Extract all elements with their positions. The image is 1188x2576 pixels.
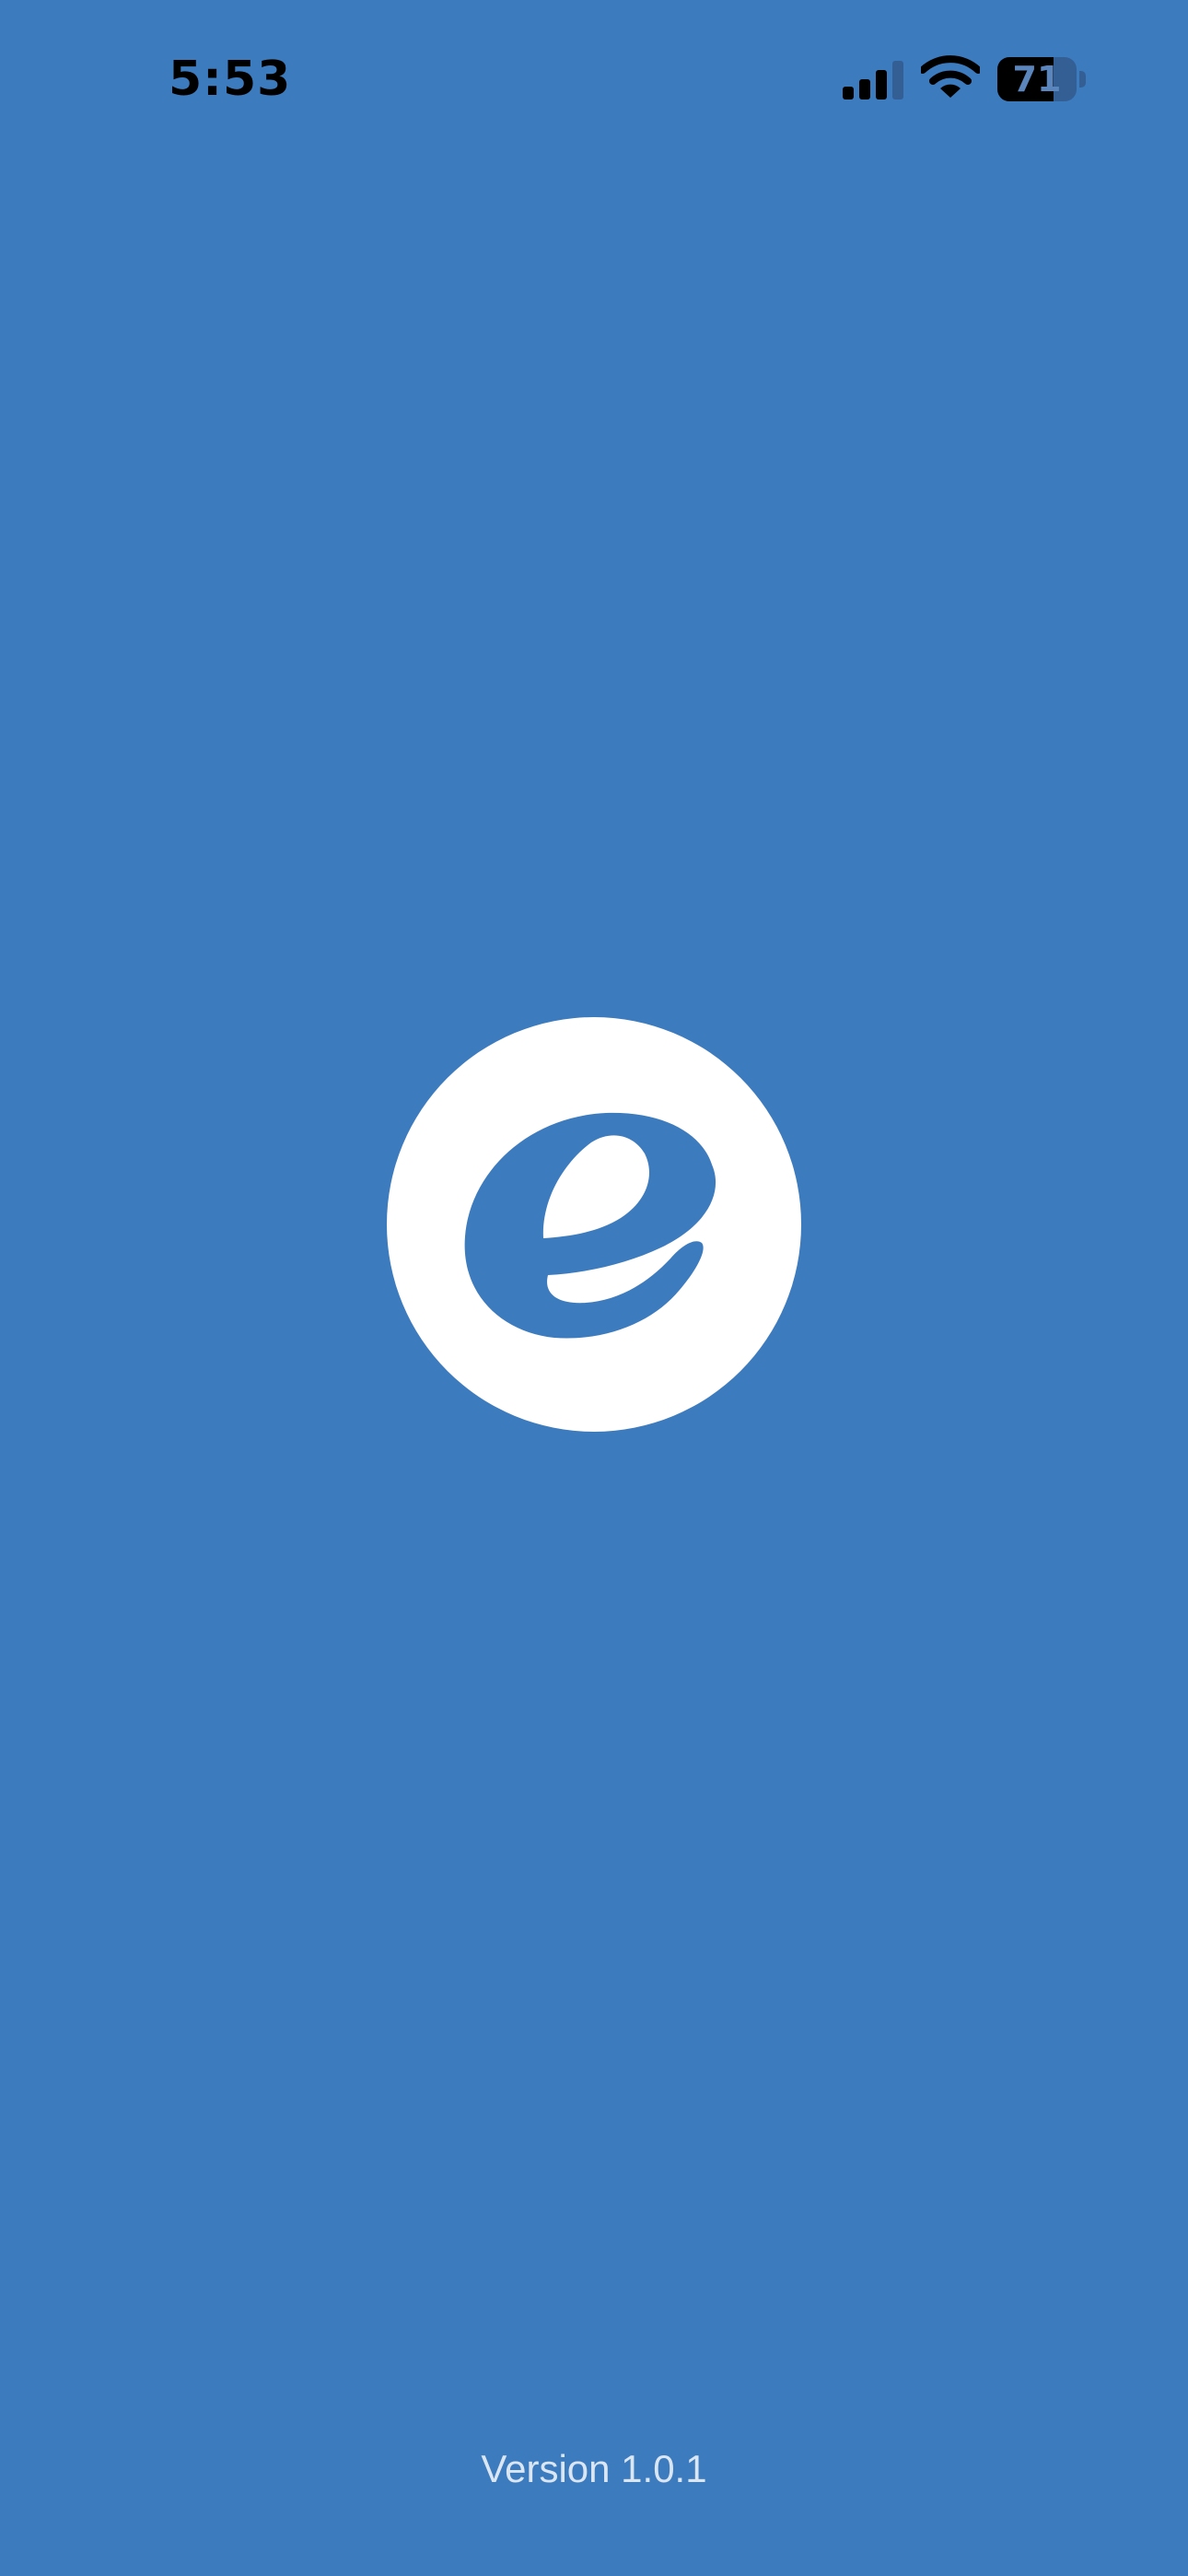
- splash-screen: { "status_bar": { "time": "5:53", "batte…: [0, 0, 1188, 2576]
- wifi-icon: [921, 55, 980, 98]
- e-letter-logo-icon: [387, 1017, 801, 1432]
- battery-cap: [1079, 71, 1086, 88]
- battery-level-text: 71: [1012, 59, 1062, 100]
- cellular-signal-icon: [843, 61, 903, 100]
- status-bar: 5:53 71: [0, 0, 1188, 157]
- status-time: 5:53: [169, 52, 292, 107]
- battery-body: 71: [997, 57, 1077, 101]
- logo-circle: [387, 1017, 801, 1432]
- version-label: Version 1.0.1: [481, 2447, 707, 2490]
- battery-icon: 71: [997, 57, 1086, 101]
